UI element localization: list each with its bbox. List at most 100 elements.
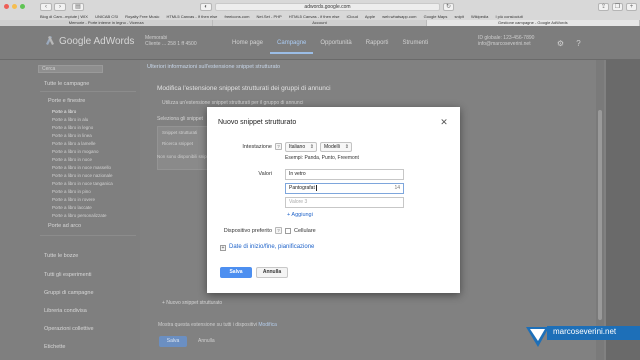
device-edit-link[interactable]: Modifica <box>258 322 277 328</box>
page-save-button[interactable]: Salva <box>159 336 187 347</box>
value-input-1[interactable]: In vetro <box>285 169 404 180</box>
extension-level-select[interactable]: Utilizza un'estensione snippet struttura… <box>162 100 303 106</box>
sidebar-campaign[interactable]: Porte ad arco <box>48 223 81 229</box>
gear-icon[interactable]: ⚙ <box>556 39 565 48</box>
account-selector[interactable]: Memorabi Cliente ... 258 1 ff 4500 <box>145 35 197 47</box>
tabs-icon[interactable]: ❐ <box>612 3 623 11</box>
sidebar-adgroup[interactable]: Porte a libro in rovere <box>52 197 95 202</box>
forward-button[interactable]: › <box>54 3 66 11</box>
value-input-3[interactable]: Valore 3 <box>285 197 404 208</box>
bookmark[interactable]: HTML5 Canvas - if then else <box>289 14 340 19</box>
value-input-2[interactable]: Pantografat 14 <box>285 183 404 194</box>
bookmark[interactable]: I più consiociuti <box>495 14 522 19</box>
sidebar-all-campaigns[interactable]: Tutte le campagne <box>44 81 89 87</box>
bookmark[interactable]: UNICAB CSI <box>95 14 118 19</box>
sidebar-section[interactable]: Tutti gli esperimenti <box>44 272 91 278</box>
browser-chrome: ‹ › ▤ ◐ adwords.google.com ↻ ⇪ ❐ + Blog … <box>0 0 640 26</box>
bookmark[interactable]: Apple <box>365 14 375 19</box>
mobile-checkbox-label[interactable]: Cellulare <box>294 228 316 234</box>
sidebar-section[interactable]: Gruppi di campagne <box>44 290 94 296</box>
cancel-button[interactable]: Annulla <box>256 267 288 278</box>
back-button[interactable]: ‹ <box>40 3 52 11</box>
nav-tab-tools[interactable]: Strumenti <box>395 34 435 54</box>
sidebar-adgroup[interactable]: Porte a libro laccate <box>52 205 92 210</box>
nav-tab-opportunities[interactable]: Opportunità <box>313 34 358 54</box>
bookmark[interactable]: web.whatsapp.com <box>382 14 416 19</box>
address-bar[interactable]: adwords.google.com <box>215 3 440 11</box>
shield-icon[interactable]: ◐ <box>200 3 212 11</box>
bookmark[interactable]: freeicons.com <box>225 14 250 19</box>
structured-snippet-dialog: Nuovo snippet strutturato ✕ Intestazione… <box>207 107 460 293</box>
close-icon[interactable]: ✕ <box>439 117 449 127</box>
sidebar-adgroup[interactable]: Porte a libro in noce tanganica <box>52 181 113 186</box>
help-icon[interactable]: ? <box>275 143 282 150</box>
sidebar-adgroup[interactable]: Porte a libro personalizzate <box>52 213 107 218</box>
sidebar-adgroup[interactable]: Porte a libro a lamelle <box>52 141 96 146</box>
schedule-link[interactable]: Date di inizio/fine, pianificazione <box>229 244 314 250</box>
sidebar-search-input[interactable]: Cerca <box>38 65 103 73</box>
language-select[interactable]: Italiano ⇕ <box>285 142 317 152</box>
help-link[interactable]: Ulteriori informazioni sull'estensione s… <box>147 64 280 70</box>
reload-icon[interactable]: ↻ <box>443 3 454 11</box>
bookmark[interactable]: snipit <box>455 14 464 19</box>
device-note-text: Mostra questa estensione su tutti i disp… <box>158 322 257 328</box>
sidebar-adgroup[interactable]: Porte a libro in alu <box>52 117 88 122</box>
sidebar-section[interactable]: Libreria condivisa <box>44 308 87 314</box>
header-type-select[interactable]: Modelli ⇕ <box>320 142 352 152</box>
add-value-link[interactable]: + Aggiungi <box>287 212 313 218</box>
sidebar-section[interactable]: Etichette <box>44 344 65 350</box>
bookmark[interactable]: Blog di Cam...mpiute | WIX <box>40 14 88 19</box>
sidebar-section[interactable]: Tutte le bozze <box>44 253 78 259</box>
value-placeholder: Valore 3 <box>289 199 308 205</box>
value-text: In vetro <box>289 171 306 177</box>
snippet-search-input[interactable]: Ricerca snippet <box>162 141 193 146</box>
sidebar-adgroup[interactable]: Porte a libro in linea <box>52 133 92 138</box>
close-window-button[interactable] <box>4 4 9 9</box>
bookmark[interactable]: iCloud <box>347 14 358 19</box>
sidebar-adgroup[interactable]: Porte a libro <box>52 109 76 114</box>
sidebar-adgroup[interactable]: Porte a libro in noce <box>52 157 92 162</box>
device-note: Mostra questa estensione su tutti i disp… <box>158 322 277 328</box>
customer-info[interactable]: ID globale: 123-456-7890 info@marcosever… <box>478 35 534 47</box>
sidebar-campaign[interactable]: Porte e finestre <box>48 98 85 104</box>
nav-tab-home[interactable]: Home page <box>225 34 270 54</box>
adwords-logo[interactable]: Google AdWords <box>59 36 134 47</box>
customer-email: info@marcoseverini.net <box>478 41 531 47</box>
nav-tab-campaigns[interactable]: Campagne <box>270 34 314 54</box>
bookmark[interactable]: Royalty Free Music <box>125 14 159 19</box>
header-type-value: Modelli <box>324 144 340 150</box>
bookmark[interactable]: Wikipedia <box>471 14 488 19</box>
bookmark[interactable]: Google Maps <box>424 14 448 19</box>
sidebar-adgroup[interactable]: Porte a libro in noce nazionale <box>52 173 113 178</box>
help-icon[interactable]: ? <box>574 39 583 48</box>
expand-plus-icon[interactable]: + <box>220 245 226 251</box>
examples-text: Esempi: Panda, Punto, Freemont <box>285 155 359 161</box>
sidebar-divider <box>40 235 136 236</box>
sidebar-adgroup[interactable]: Porte a libro in noce massello <box>52 165 111 170</box>
sidebar-adgroup[interactable]: Porte a libro in mogano <box>52 149 99 154</box>
save-button[interactable]: Salva <box>220 267 252 278</box>
window-controls <box>4 4 25 9</box>
share-icon[interactable]: ⇪ <box>598 3 609 11</box>
nav-tab-reports[interactable]: Rapporti <box>359 34 396 54</box>
bookmark[interactable]: HTML5 Canvas - If then else <box>166 14 217 19</box>
sidebar-toggle-button[interactable]: ▤ <box>72 3 84 11</box>
device-label: Dispositivo preferito <box>223 228 272 234</box>
sidebar-section[interactable]: Operazioni collettive <box>44 326 94 332</box>
char-counter: 14 <box>394 185 400 191</box>
minimize-window-button[interactable] <box>12 4 17 9</box>
page-title: Modifica l'estensione snippet strutturat… <box>157 85 331 92</box>
bookmark[interactable]: Net.Set - PHP <box>257 14 282 19</box>
zoom-window-button[interactable] <box>20 4 25 9</box>
new-snippet-link[interactable]: + Nuovo snippet strutturato <box>162 300 222 306</box>
mobile-checkbox[interactable] <box>285 228 291 234</box>
account-id: Cliente ... 258 1 ff 4500 <box>145 41 197 47</box>
help-icon[interactable]: ? <box>275 227 282 234</box>
text-caret <box>315 184 317 191</box>
sidebar-adgroup[interactable]: Porte a libro in pino <box>52 189 91 194</box>
scrollbar-thumb[interactable] <box>598 110 602 320</box>
page-cancel-button[interactable]: Annulla <box>198 338 215 344</box>
new-tab-icon[interactable]: + <box>626 3 637 11</box>
sidebar-adgroup[interactable]: Porte a libro in legno <box>52 125 93 130</box>
url-text: adwords.google.com <box>304 4 351 10</box>
